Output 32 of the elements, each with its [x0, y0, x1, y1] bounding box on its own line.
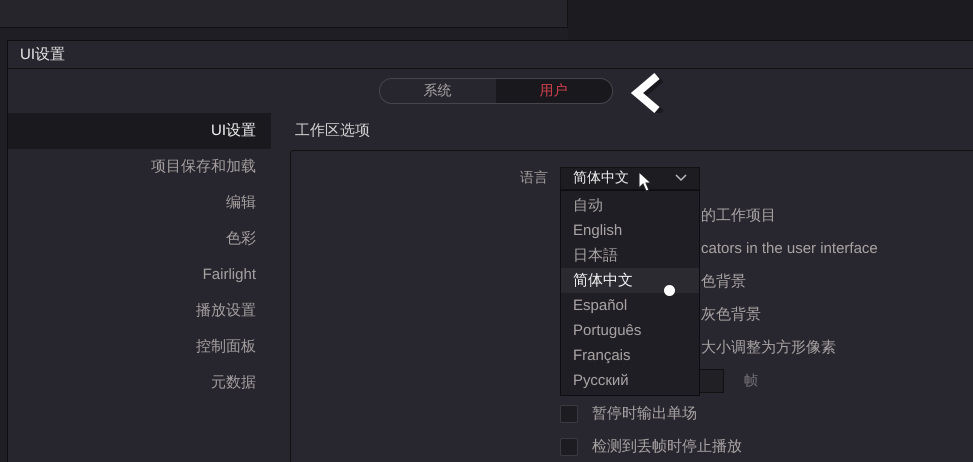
option-label: 色背景 — [701, 272, 746, 291]
option-label: 大小调整为方形像素 — [701, 338, 836, 357]
sidebar-item[interactable]: 控制面板 — [8, 329, 271, 365]
option-label: 灰色背景 — [701, 305, 761, 324]
sidebar-item[interactable]: 播放设置 — [8, 293, 271, 329]
menu-item[interactable]: English — [561, 218, 699, 243]
menu-item[interactable]: Português — [561, 318, 699, 343]
checkbox[interactable] — [560, 438, 578, 456]
menu-item[interactable]: Français — [561, 343, 699, 368]
sidebar-item[interactable]: 编辑 — [8, 185, 271, 221]
checkbox[interactable] — [560, 404, 578, 422]
sidebar-item[interactable]: 项目保存和加载 — [8, 149, 271, 185]
option-label: 检测到丢帧时停止播放 — [592, 437, 742, 456]
menu-item[interactable]: 简体中文 — [561, 268, 699, 293]
option-label: cators in the user interface — [701, 240, 878, 257]
sidebar-item[interactable]: UI设置 — [8, 113, 271, 149]
language-dropdown[interactable]: 简体中文 — [560, 166, 700, 190]
menu-item[interactable]: 自动 — [561, 193, 699, 218]
sidebar-item[interactable]: 元数据 — [8, 365, 271, 401]
unit-label: 帧 — [744, 372, 758, 390]
tab[interactable]: 用户 — [496, 79, 612, 103]
sidebar-item[interactable]: Fairlight — [8, 257, 271, 293]
menu-item[interactable]: Русский — [561, 368, 699, 393]
sidebar-item[interactable]: 色彩 — [8, 221, 271, 257]
section-title: 工作区选项 — [294, 121, 371, 141]
option-label: 暂停时输出单场 — [592, 404, 697, 423]
menu-item[interactable]: Español — [561, 293, 699, 318]
window-title: UI设置 — [20, 45, 65, 64]
option-label: 的工作项目 — [701, 206, 776, 225]
field-label: 语言 — [519, 169, 548, 187]
menu-item[interactable]: 日本語 — [561, 243, 699, 268]
caret-icon — [675, 174, 687, 182]
